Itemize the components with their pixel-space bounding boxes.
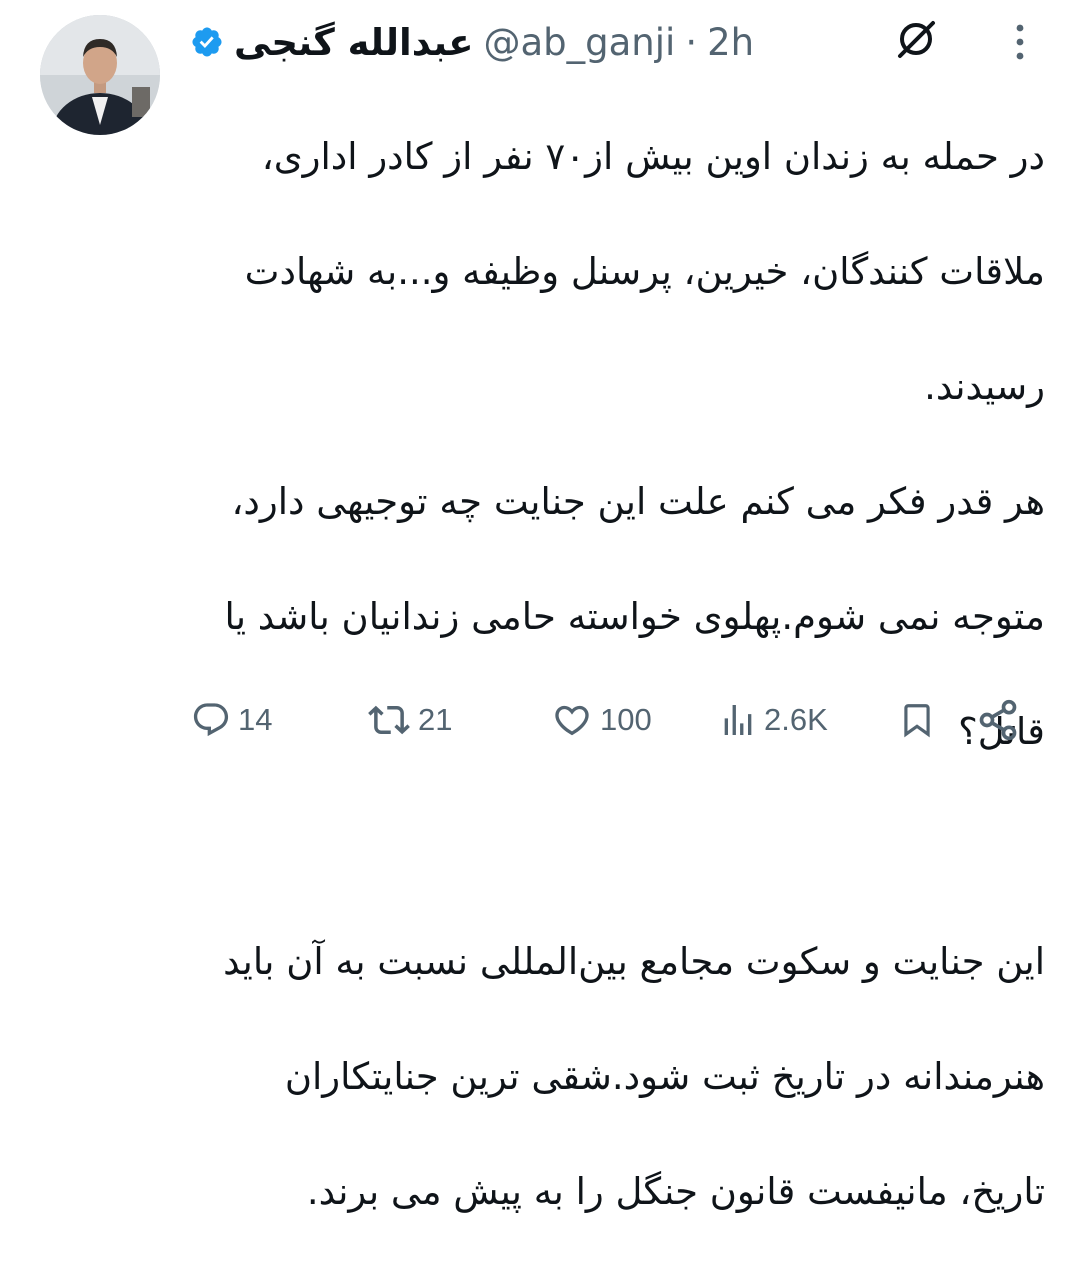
- share-button[interactable]: [976, 690, 1020, 750]
- bookmark-icon: [904, 704, 930, 738]
- author-display-name[interactable]: عبدالله گنجی: [234, 21, 473, 64]
- tweet-line: هر قدر فکر می کنم علت این جنایت چه توجیه…: [231, 479, 1045, 523]
- repost-icon: [368, 705, 410, 735]
- reply-icon: [193, 703, 229, 737]
- tweet-line: متوجه نمی شوم.پهلوی خواسته حامی زندانیان…: [224, 594, 1045, 638]
- tweet-line: هنرمندانه در تاریخ ثبت شود.شقی ترین جنای…: [284, 1054, 1045, 1098]
- tweet-line: ملاقات کنندگان، خیرین، پرسنل وظیفه و...ب…: [244, 249, 1045, 293]
- tweet-blank-line: [185, 818, 1045, 876]
- tweet-actions-bar: 14 21 100 2.6K: [0, 690, 1067, 750]
- repost-count: 21: [418, 702, 453, 737]
- repost-button[interactable]: 21: [366, 690, 452, 750]
- heart-icon: [555, 705, 589, 736]
- share-icon: [979, 699, 1017, 741]
- views-count: 2.6K: [764, 702, 828, 737]
- header-separator: ·: [685, 20, 698, 64]
- author-avatar[interactable]: [40, 15, 160, 135]
- like-button[interactable]: 100: [550, 690, 652, 750]
- tweet-line: در حمله به زندان اوین بیش از۷۰ نفر از کا…: [261, 134, 1045, 178]
- tweet-line: تاریخ، مانیفست قانون جنگل را به پیش می ب…: [306, 1169, 1045, 1213]
- views-button[interactable]: 2.6K: [718, 690, 828, 750]
- tweet-line: این جنایت و سکوت مجامع بین‌المللی نسبت ب…: [223, 939, 1045, 983]
- author-handle[interactable]: @ab_ganji: [483, 21, 675, 64]
- tweet-header: عبدالله گنجی @ab_ganji · 2h: [190, 12, 790, 72]
- tweet-timestamp[interactable]: 2h: [707, 21, 754, 64]
- views-icon: [724, 705, 752, 735]
- bookmark-button[interactable]: [898, 690, 936, 750]
- tweet-body: در حمله به زندان اوین بیش از۷۰ نفر از کا…: [185, 70, 1045, 1278]
- tweet-line: رسیدند.: [924, 364, 1045, 408]
- avatar-image: [40, 15, 160, 135]
- like-count: 100: [600, 702, 652, 737]
- verified-badge-icon: [192, 27, 222, 57]
- more-vertical-icon[interactable]: [1008, 20, 1032, 64]
- reply-button[interactable]: 14: [190, 690, 272, 750]
- grok-icon[interactable]: [893, 16, 939, 62]
- reply-count: 14: [238, 702, 273, 737]
